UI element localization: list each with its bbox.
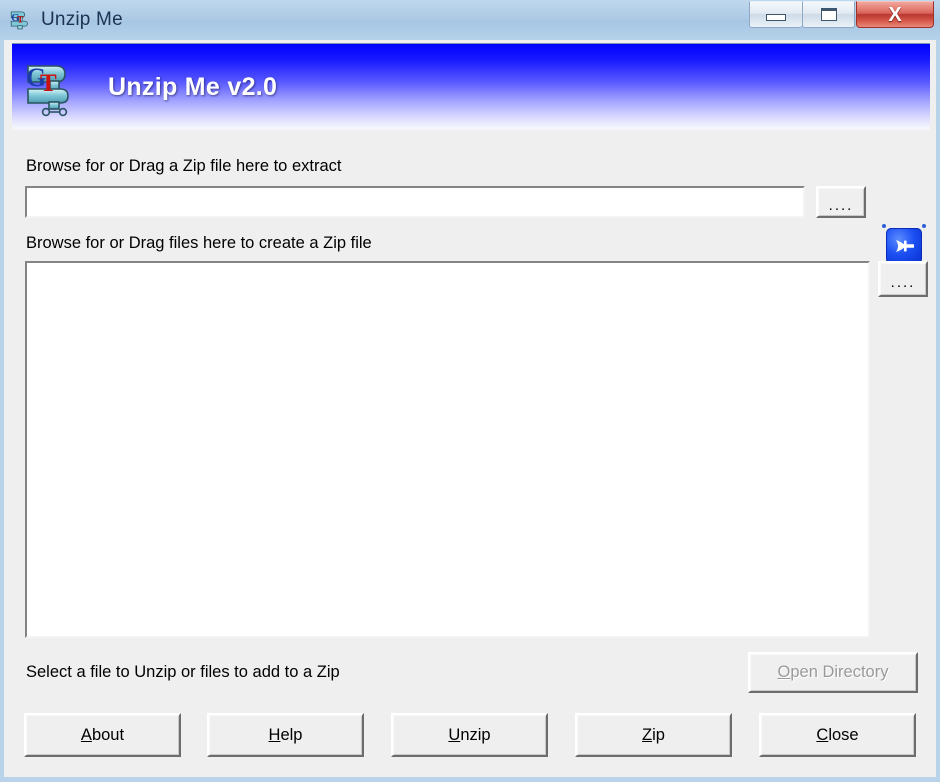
label-rest: elp [280, 725, 303, 744]
client-area: G T Unzip Me v2.0 Browse for or Drag a Z… [4, 40, 936, 777]
label-rest: ip [652, 725, 665, 744]
app-logo-icon: G T [8, 7, 34, 33]
maximize-icon [820, 8, 837, 21]
browse-files-dots-label: .... [890, 273, 916, 291]
accel-letter: A [80, 725, 92, 744]
selection-handle-icon [922, 224, 926, 228]
accel-letter: O [777, 663, 791, 682]
svg-text:T: T [17, 14, 24, 25]
clamp-gt-logo-icon: G T [23, 56, 87, 120]
svg-text:T: T [40, 70, 57, 97]
help-button[interactable]: Help [207, 713, 364, 757]
unzip-button[interactable]: Unzip [391, 713, 548, 757]
open-directory-label: Open Directory [778, 664, 889, 681]
zip-label: Zip [642, 727, 665, 744]
close-app-button[interactable]: Close [759, 713, 916, 757]
status-text: Select a file to Unzip or files to add t… [26, 663, 340, 681]
label-rest: pen Directory [790, 663, 889, 682]
zip-extract-label: Browse for or Drag a Zip file here to ex… [26, 157, 342, 175]
close-label: Close [816, 727, 858, 744]
title-bar[interactable]: G T Unzip Me X [0, 0, 940, 40]
accel-letter: U [448, 725, 461, 744]
caption-button-group: X [749, 1, 934, 29]
unzip-label: Unzip [448, 727, 490, 744]
minimize-icon [766, 13, 786, 21]
zip-create-label: Browse for or Drag files here to create … [26, 234, 372, 252]
close-window-button[interactable]: X [856, 1, 934, 28]
browse-zip-file-button[interactable]: .... [816, 186, 866, 218]
browse-zip-dots-label: .... [828, 196, 854, 214]
minimize-button[interactable] [749, 1, 802, 28]
browse-files-button[interactable]: .... [878, 261, 928, 297]
help-label: Help [269, 727, 303, 744]
label-rest: nzip [460, 725, 491, 744]
header-banner: G T Unzip Me v2.0 [12, 43, 930, 131]
selection-handle-icon [882, 224, 886, 228]
accel-letter: H [268, 725, 281, 744]
file-drop-list[interactable] [25, 261, 870, 638]
maximize-button[interactable] [802, 1, 855, 28]
zip-button[interactable]: Zip [575, 713, 732, 757]
label-rest: lose [828, 725, 859, 744]
zip-file-path-input[interactable] [25, 186, 805, 218]
about-button[interactable]: About [24, 713, 181, 757]
close-icon: X [888, 3, 902, 26]
label-rest: bout [91, 725, 125, 744]
pushpin-icon [886, 228, 922, 264]
about-label: About [81, 727, 124, 744]
accel-letter: Z [642, 725, 653, 744]
open-directory-button[interactable]: Open Directory [748, 652, 918, 693]
accel-letter: C [816, 725, 829, 744]
window-title: Unzip Me [41, 9, 123, 30]
banner-title: Unzip Me v2.0 [108, 73, 278, 101]
application-window: G T Unzip Me X G T Unzip Me v2.0 Browse … [0, 0, 940, 782]
